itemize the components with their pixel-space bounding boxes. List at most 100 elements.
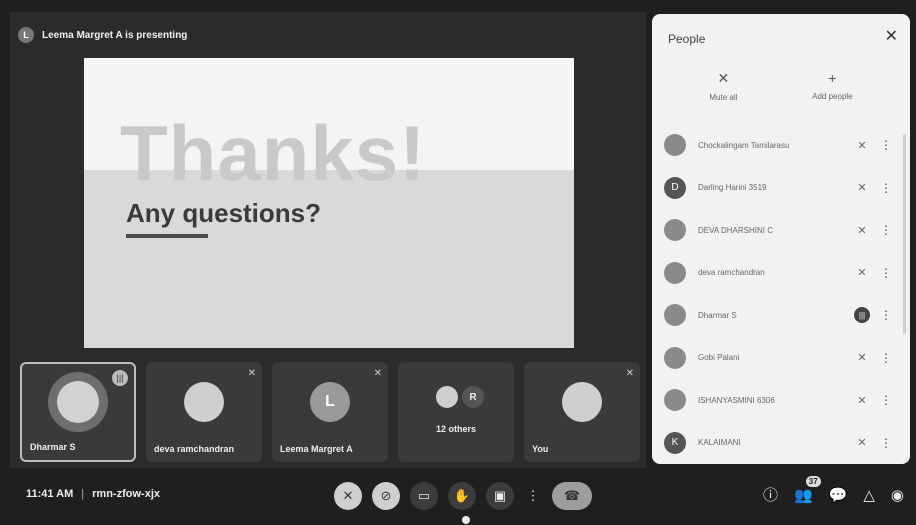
person-name: KALAIMANI	[698, 438, 741, 448]
avatar-letter: R	[462, 386, 484, 408]
add-people-button[interactable]: + Add people	[812, 70, 852, 102]
mic-off-icon: ✕	[717, 70, 730, 86]
present-screen-icon: ▣	[493, 488, 507, 503]
people-panel: People ✕ ✕ Mute all + Add people Chockal…	[652, 14, 910, 464]
captions-button[interactable]: ▭	[410, 482, 438, 510]
phone-hangup-icon: ☎	[563, 488, 581, 503]
clock-time: 11:41 AM	[26, 488, 74, 500]
list-item[interactable]: ISHANYASMINI 6306 ✕ ⋮	[664, 379, 900, 422]
list-item[interactable]: DEVA DHARSHINI C ✕ ⋮	[664, 209, 900, 252]
speaking-indicator-icon: |||	[112, 370, 128, 386]
more-vertical-icon[interactable]: ⋮	[872, 181, 900, 195]
avatar	[664, 304, 686, 327]
mic-off-icon: ✕	[857, 267, 867, 280]
host-controls-icon[interactable]: ◉	[891, 486, 904, 504]
people-list: Chockalingam Tamilarasu ✕ ⋮ D Darling Ha…	[664, 124, 900, 464]
others-avatars: R	[436, 386, 484, 408]
more-vertical-icon[interactable]: ⋮	[872, 223, 900, 237]
more-vertical-icon[interactable]: ⋮	[872, 308, 900, 322]
avatar: L	[310, 382, 350, 422]
avatar	[664, 389, 686, 412]
info-icon[interactable]: ⓘ	[763, 484, 778, 505]
page-indicator	[462, 516, 470, 524]
chat-icon[interactable]: 💬	[829, 486, 848, 504]
participant-tile-others[interactable]: R 12 others	[398, 362, 514, 462]
separator: |	[81, 488, 85, 500]
participant-tile-leema[interactable]: L ✕ Leema Margret A	[272, 362, 388, 462]
speaking-indicator-icon: |||	[854, 307, 870, 324]
more-vertical-icon[interactable]: ⋮	[872, 393, 900, 407]
avatar	[436, 386, 458, 408]
person-name: Gobi Palani	[698, 353, 740, 363]
person-name: Chockalingam Tamilarasu	[698, 140, 790, 150]
avatar	[664, 346, 686, 369]
panel-scrollbar[interactable]	[903, 134, 906, 334]
slide-subtitle: Any questions?	[126, 198, 322, 228]
leave-call-button[interactable]: ☎	[552, 482, 592, 510]
meeting-info: 11:41 AM | rmn-zfow-xjx	[26, 488, 160, 500]
more-vertical-icon[interactable]: ⋮	[872, 266, 900, 280]
avatar	[664, 219, 686, 242]
list-item[interactable]: Chockalingam Tamilarasu ✕ ⋮	[664, 124, 900, 167]
mic-off-icon: ✕	[857, 182, 867, 195]
participant-tiles: ||| Dharmar S ✕ deva ramchandran L ✕ Lee…	[20, 362, 640, 462]
slide-title: Thanks!	[120, 109, 427, 197]
person-name: Darling Harini 3519	[698, 183, 767, 193]
mic-off-icon: ✕	[857, 394, 867, 407]
person-name: deva ramchandran	[698, 268, 765, 278]
meeting-code: rmn-zfow-xjx	[92, 488, 160, 500]
tile-name: You	[532, 444, 549, 454]
participant-tile-dharmar[interactable]: ||| Dharmar S	[20, 362, 136, 462]
slide-underline	[126, 234, 208, 238]
people-button[interactable]: 👥 37	[793, 475, 821, 504]
mic-off-icon: ✕	[857, 352, 867, 365]
participant-tile-you[interactable]: ✕ You	[524, 362, 640, 462]
avatar	[184, 382, 224, 422]
others-count: 12 others	[435, 424, 477, 434]
raise-hand-button[interactable]: ✋	[448, 482, 476, 510]
action-label: Add people	[812, 92, 853, 101]
mute-all-button[interactable]: ✕ Mute all	[709, 70, 737, 102]
mic-off-icon: ✕	[373, 368, 382, 379]
more-vertical-icon[interactable]: ⋮	[872, 351, 900, 365]
presenter-avatar: L	[18, 27, 34, 43]
mic-off-icon: ✕	[857, 139, 867, 152]
call-controls: ✕ ⊘ ▭ ✋ ▣ ⋮ ☎	[334, 482, 592, 510]
activities-icon[interactable]: △	[863, 486, 875, 504]
avatar	[562, 382, 602, 422]
participant-tile-deva[interactable]: ✕ deva ramchandran	[146, 362, 262, 462]
action-label: Mute all	[709, 93, 738, 102]
mic-off-icon: ✕	[857, 224, 867, 237]
list-item[interactable]: deva ramchandran ✕ ⋮	[664, 252, 900, 295]
present-button[interactable]: ▣	[486, 482, 514, 510]
list-item[interactable]: K KALAIMANI ✕ ⋮	[664, 422, 900, 465]
hand-icon: ✋	[453, 488, 471, 503]
camera-toggle-button[interactable]: ⊘	[372, 482, 400, 510]
presentation-slide: Thanks! Any questions?	[84, 58, 574, 348]
people-count-badge: 37	[805, 475, 821, 487]
add-person-icon: +	[828, 70, 837, 86]
people-icon: 👥	[793, 486, 813, 504]
camera-off-icon: ⊘	[380, 488, 392, 503]
captions-icon: ▭	[417, 488, 431, 503]
person-name: DEVA DHARSHINI C	[698, 225, 773, 235]
mic-off-icon: ✕	[857, 437, 867, 450]
more-vertical-icon: ⋮	[526, 488, 540, 503]
avatar	[48, 372, 108, 433]
more-vertical-icon[interactable]: ⋮	[872, 436, 900, 450]
more-vertical-icon[interactable]: ⋮	[872, 138, 900, 152]
list-item[interactable]: D Darling Harini 3519 ✕ ⋮	[664, 167, 900, 210]
person-name: Dharmar S	[698, 310, 737, 320]
close-icon[interactable]: ✕	[885, 26, 898, 46]
mic-off-icon: ✕	[342, 488, 354, 503]
more-options-button[interactable]: ⋮	[524, 482, 542, 510]
tile-name: Dharmar S	[30, 442, 76, 452]
list-item[interactable]: Gobi Palani ✕ ⋮	[664, 337, 900, 380]
mic-toggle-button[interactable]: ✕	[334, 482, 362, 510]
mic-off-icon: ✕	[625, 368, 634, 379]
bottom-toolbar: 11:41 AM | rmn-zfow-xjx ✕ ⊘ ▭ ✋ ▣ ⋮ ☎ ⓘ 👥 …	[0, 470, 916, 525]
side-tools: ⓘ 👥 37 💬 △ ◉	[763, 475, 904, 505]
avatar	[664, 134, 686, 157]
list-item[interactable]: Dharmar S ||| ⋮	[664, 294, 900, 337]
presenting-text: Leema Margret A is presenting	[42, 29, 188, 41]
